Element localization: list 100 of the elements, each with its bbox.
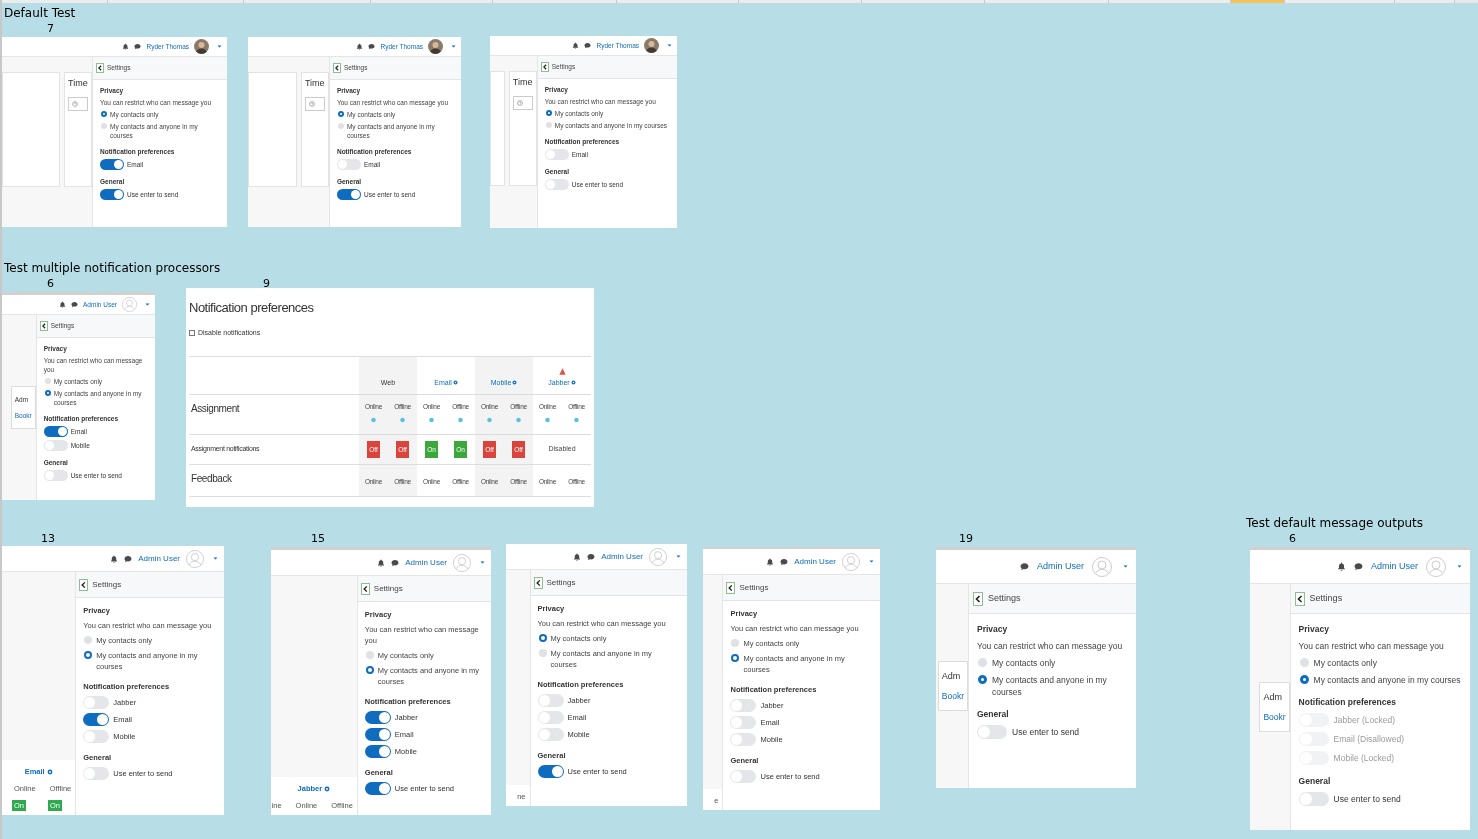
toggle-switch[interactable]	[364, 782, 391, 795]
bell-icon[interactable]	[356, 43, 364, 50]
radio-button[interactable]	[978, 658, 987, 667]
chat-bubble-icon[interactable]	[368, 43, 376, 50]
caret-icon[interactable]	[145, 303, 150, 306]
caret-icon[interactable]	[480, 561, 485, 564]
toggle-switch[interactable]	[100, 159, 124, 170]
chat-bubble-icon[interactable]	[134, 43, 142, 50]
toggle-switch[interactable]	[83, 730, 110, 743]
time-field[interactable]	[512, 95, 533, 110]
toggle-switch[interactable]	[537, 711, 564, 724]
toggle-switch[interactable]	[537, 728, 564, 741]
toggle-switch[interactable]	[336, 189, 361, 200]
radio-button[interactable]	[1299, 675, 1309, 684]
toggle-switch[interactable]	[43, 426, 68, 437]
chat-bubble-icon[interactable]	[584, 42, 592, 49]
caret-icon[interactable]	[451, 45, 456, 48]
toggle-switch[interactable]	[1298, 792, 1329, 806]
avatar-icon[interactable]	[428, 39, 443, 54]
chat-bubble-icon[interactable]	[71, 301, 79, 308]
radio-button[interactable]	[101, 123, 107, 129]
user-name[interactable]: Admin User	[405, 556, 447, 569]
checkbox[interactable]	[189, 329, 195, 336]
back-icon[interactable]	[332, 63, 341, 73]
radio-button[interactable]	[44, 378, 51, 384]
back-icon[interactable]	[360, 582, 370, 595]
toggle-switch[interactable]	[364, 728, 391, 741]
radio-button[interactable]	[731, 654, 740, 662]
toggle-switch[interactable]	[537, 694, 564, 707]
back-icon[interactable]	[973, 591, 983, 606]
back-icon[interactable]	[79, 578, 89, 591]
radio-button[interactable]	[44, 390, 51, 396]
caret-icon[interactable]	[213, 557, 218, 560]
radio-button[interactable]	[84, 651, 93, 659]
chat-bubble-icon[interactable]	[780, 557, 789, 566]
back-icon[interactable]	[1294, 591, 1305, 606]
chat-bubble-icon[interactable]	[391, 558, 400, 567]
user-name[interactable]: Admin User	[601, 550, 643, 563]
help-icon[interactable]	[429, 416, 434, 423]
radio-button[interactable]	[1299, 658, 1309, 667]
chat-bubble-icon[interactable]	[1020, 562, 1029, 571]
avatar-icon[interactable]	[644, 38, 659, 53]
chat-bubble-icon[interactable]	[124, 554, 133, 563]
back-icon[interactable]	[540, 62, 549, 72]
avatar-icon[interactable]	[194, 39, 209, 54]
bell-icon[interactable]	[572, 42, 580, 49]
caret-icon[interactable]	[1123, 565, 1128, 568]
bookmark-link[interactable]: Bookr	[941, 689, 964, 702]
toggle-switch[interactable]	[43, 440, 68, 451]
toggle-switch[interactable]	[83, 696, 110, 709]
bell-icon[interactable]	[766, 557, 775, 566]
radio-button[interactable]	[545, 122, 552, 128]
toggle-switch[interactable]	[730, 716, 757, 729]
radio-button[interactable]	[545, 110, 552, 116]
radio-button[interactable]	[538, 634, 547, 642]
bell-icon[interactable]	[573, 552, 582, 561]
radio-button[interactable]	[538, 649, 547, 657]
help-icon[interactable]	[545, 416, 550, 423]
chat-bubble-icon[interactable]	[1354, 562, 1363, 571]
caret-icon[interactable]	[1457, 565, 1462, 568]
radio-button[interactable]	[337, 111, 344, 117]
toggle-switch[interactable]	[364, 711, 391, 724]
user-name[interactable]: Admin User	[1037, 559, 1084, 574]
back-icon[interactable]	[726, 581, 736, 594]
help-icon[interactable]	[574, 416, 579, 423]
toggle-switch[interactable]	[100, 189, 124, 200]
toggle-switch[interactable]	[730, 770, 757, 783]
radio-button[interactable]	[365, 651, 374, 659]
radio-button[interactable]	[978, 675, 987, 684]
toggle-switch[interactable]	[83, 713, 110, 726]
time-field[interactable]	[304, 96, 325, 111]
chat-bubble-icon[interactable]	[587, 552, 596, 561]
radio-button[interactable]	[337, 123, 344, 129]
radio-button[interactable]	[731, 639, 740, 647]
toggle-switch[interactable]	[730, 699, 757, 712]
radio-button[interactable]	[101, 111, 107, 117]
toggle-switch[interactable]	[336, 159, 361, 170]
radio-button[interactable]	[84, 636, 93, 644]
user-name[interactable]: Admin User	[1371, 559, 1418, 574]
back-icon[interactable]	[96, 63, 104, 73]
toggle-switch[interactable]	[977, 725, 1007, 739]
bell-icon[interactable]	[377, 558, 386, 567]
bookmark-link[interactable]: Bookr	[1263, 710, 1286, 723]
radio-button[interactable]	[365, 666, 374, 674]
bell-icon[interactable]	[1337, 562, 1346, 571]
toggle-switch[interactable]	[544, 179, 569, 190]
toggle-switch[interactable]	[544, 149, 569, 160]
caret-icon[interactable]	[667, 44, 672, 47]
toggle-switch[interactable]	[730, 733, 757, 746]
caret-icon[interactable]	[217, 45, 222, 48]
back-icon[interactable]	[39, 321, 48, 331]
time-field[interactable]	[68, 96, 88, 111]
user-name[interactable]: Admin User	[794, 555, 836, 568]
back-icon[interactable]	[533, 576, 543, 589]
bell-icon[interactable]	[110, 554, 119, 563]
toggle-switch[interactable]	[537, 765, 564, 778]
toggle-switch[interactable]	[83, 767, 110, 780]
caret-icon[interactable]	[869, 560, 874, 563]
user-name[interactable]: Admin User	[138, 552, 180, 565]
toggle-switch[interactable]	[364, 745, 391, 758]
